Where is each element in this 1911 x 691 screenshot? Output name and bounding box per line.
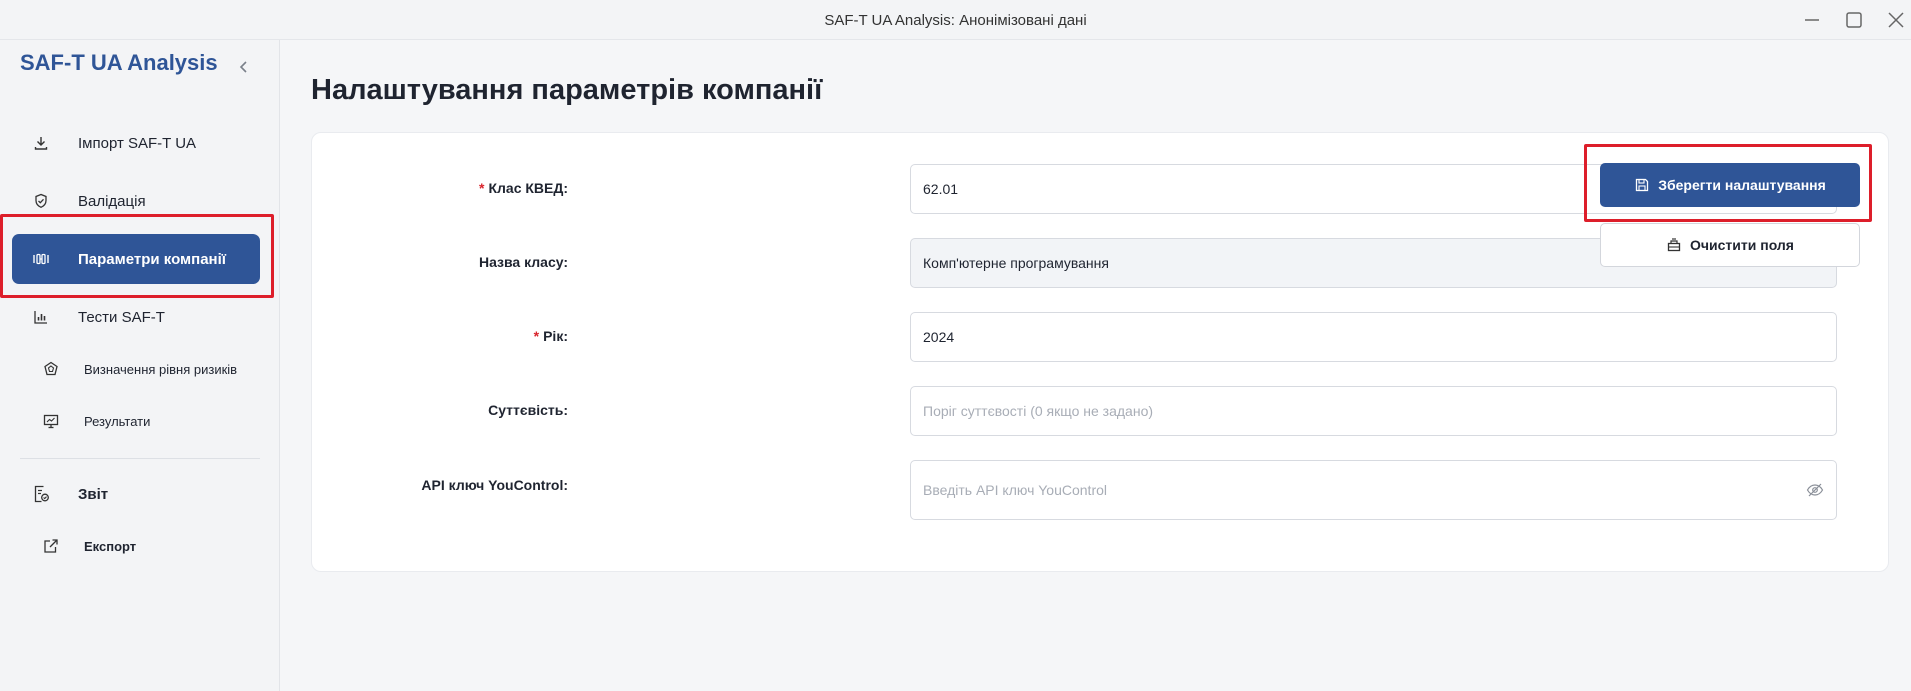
window-title: SAF-T UA Analysis: Анонімізовані дані bbox=[824, 12, 1087, 29]
api-key-input[interactable]: Введіть API ключ YouControl bbox=[910, 460, 1837, 520]
sidebar-item-validation[interactable]: Валідація bbox=[12, 176, 260, 226]
sidebar-item-report[interactable]: Звіт bbox=[12, 469, 260, 519]
sidebar-item-label: Тести SAF-T bbox=[78, 308, 165, 326]
sidebar-item-export[interactable]: Експорт bbox=[12, 521, 260, 571]
year-input[interactable]: 2024 bbox=[910, 312, 1837, 362]
save-icon bbox=[1634, 177, 1650, 193]
required-mark: * bbox=[479, 180, 485, 196]
materiality-label: Суттєвість: bbox=[488, 402, 568, 418]
title-bar: SAF-T UA Analysis: Анонімізовані дані bbox=[0, 0, 1911, 40]
materiality-input[interactable]: Поріг суттєвості (0 якщо не задано) bbox=[910, 386, 1837, 436]
sidebar-divider bbox=[20, 458, 260, 459]
sidebar-item-label: Звіт bbox=[78, 485, 109, 503]
api-key-label: API ключ YouControl: bbox=[421, 477, 568, 493]
eraser-icon bbox=[1666, 237, 1682, 253]
app-brand: SAF-T UA Analysis bbox=[20, 50, 218, 75]
download-icon bbox=[30, 132, 52, 154]
shield-check-icon bbox=[30, 190, 52, 212]
year-label: * Рік: bbox=[533, 328, 568, 344]
class-name-label: Назва класу: bbox=[478, 254, 568, 270]
minimize-icon[interactable] bbox=[1794, 8, 1830, 32]
clear-fields-button[interactable]: Очистити поля bbox=[1600, 223, 1860, 267]
report-icon bbox=[30, 483, 52, 505]
sidebar-item-tests[interactable]: Тести SAF-T bbox=[12, 292, 260, 342]
sidebar-item-results[interactable]: Результати bbox=[12, 396, 260, 446]
eye-off-icon[interactable] bbox=[1806, 482, 1824, 498]
sidebar-item-import[interactable]: Імпорт SAF-T UA bbox=[12, 118, 260, 168]
sidebar-item-label: Результати bbox=[84, 413, 151, 429]
close-icon[interactable] bbox=[1878, 8, 1911, 32]
presentation-icon bbox=[40, 410, 62, 432]
sidebar-item-label: Експорт bbox=[84, 538, 137, 554]
page-title: Налаштування параметрів компанії bbox=[311, 74, 823, 106]
sidebar-item-risk-levels[interactable]: Визначення рівня ризиків bbox=[12, 344, 260, 394]
sliders-icon bbox=[30, 248, 52, 270]
sidebar-item-label: Імпорт SAF-T UA bbox=[78, 134, 197, 152]
sidebar: SAF-T UA Analysis Імпорт SAF-T UA Валіда… bbox=[0, 40, 280, 691]
sidebar-item-label: Параметри компанії bbox=[78, 250, 226, 268]
maximize-icon[interactable] bbox=[1836, 8, 1872, 32]
required-mark: * bbox=[533, 328, 540, 344]
export-icon bbox=[40, 535, 62, 557]
sidebar-item-label: Валідація bbox=[78, 192, 146, 210]
bar-chart-icon bbox=[30, 306, 52, 328]
collapse-sidebar-icon[interactable] bbox=[233, 56, 255, 78]
risk-icon bbox=[40, 358, 62, 380]
save-settings-button[interactable]: Зберегти налаштування bbox=[1600, 163, 1860, 207]
sidebar-item-company-params[interactable]: Параметри компанії bbox=[12, 234, 260, 284]
kved-class-label: * Клас КВЕД: bbox=[479, 180, 568, 196]
sidebar-item-label: Визначення рівня ризиків bbox=[84, 361, 238, 377]
